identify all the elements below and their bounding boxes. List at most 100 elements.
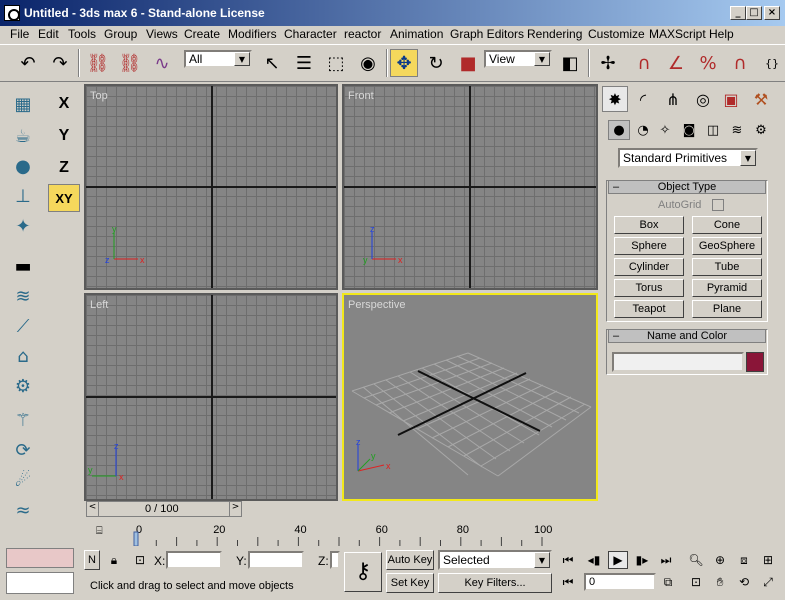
chevron-right-icon[interactable]: > [229, 502, 241, 516]
selection-filter-dropdown[interactable]: All ▼ [184, 50, 252, 68]
motion-tab-icon[interactable]: ◎ [690, 86, 716, 112]
hierarchy-icon[interactable]: ⌂ [8, 342, 38, 370]
create-box-icon[interactable]: ▦ [8, 90, 38, 118]
utilities-gear-icon[interactable]: ⚙ [8, 372, 38, 400]
restrict-z-button[interactable]: Z [48, 154, 80, 182]
menu-animation[interactable]: Animation [390, 27, 443, 41]
percent-snap-icon[interactable]: % [694, 49, 722, 77]
cone-button[interactable]: Cone [692, 216, 762, 234]
redo-icon[interactable]: ↷ [46, 49, 74, 77]
lock-icon[interactable]: 🔒︎ [104, 551, 124, 569]
cameras-icon[interactable]: ◙ [678, 120, 700, 140]
next-frame-icon[interactable]: ▮▸ [632, 551, 652, 569]
box-button[interactable]: Box [614, 216, 684, 234]
create-sphere-icon[interactable]: ● [8, 152, 38, 180]
named-selection-icon[interactable]: {} [758, 49, 785, 77]
create-teapot-icon[interactable]: ☕ [8, 122, 38, 150]
hierarchy-tab-icon[interactable]: ⋔ [660, 86, 686, 112]
menu-customize[interactable]: Customize [588, 27, 645, 41]
chevron-left-icon[interactable]: < [87, 502, 99, 516]
snap-toggle-icon[interactable]: ∩ [630, 49, 658, 77]
create-tab-icon[interactable]: ✸ [602, 86, 628, 112]
menu-modifiers[interactable]: Modifiers [228, 27, 277, 41]
time-configuration-icon[interactable]: ⧉ [658, 573, 678, 591]
category-dropdown[interactable]: Standard Primitives ▼ [618, 148, 758, 168]
reference-coord-dropdown[interactable]: View ▼ [484, 50, 552, 68]
space-warps-icon[interactable]: ≋ [726, 120, 748, 140]
viewport-top[interactable]: Top x z y [84, 84, 338, 290]
zoom-extents-icon[interactable]: ⧈ [734, 551, 754, 569]
menu-reactor[interactable]: reactor [344, 27, 381, 41]
go-to-start-icon[interactable]: ⏮ [558, 551, 578, 569]
close-button[interactable]: × [764, 6, 780, 20]
time-slider[interactable]: < 0 / 100 > [86, 501, 242, 517]
modify-tab-icon[interactable]: ◜ [630, 86, 656, 112]
menu-tools[interactable]: Tools [68, 27, 96, 41]
select-by-name-icon[interactable]: ☰ [290, 49, 318, 77]
y-coordinate-input[interactable] [248, 551, 304, 569]
maximize-viewport-icon[interactable]: ⤢ [758, 573, 778, 591]
window-crossing-icon[interactable]: ◉ [354, 49, 382, 77]
menu-group[interactable]: Group [104, 27, 137, 41]
select-and-move-icon[interactable]: ✥ [390, 49, 418, 77]
menu-help[interactable]: Help [709, 27, 734, 41]
menu-maxscript[interactable]: MAXScript [649, 27, 706, 41]
object-color-swatch[interactable] [746, 352, 764, 372]
tree-icon[interactable]: ⚚ [8, 406, 38, 434]
z-coordinate-input[interactable] [330, 551, 340, 569]
restrict-y-button[interactable]: Y [48, 122, 80, 150]
menu-rendering[interactable]: Rendering [527, 27, 582, 41]
x-coordinate-input[interactable] [166, 551, 222, 569]
set-key-button[interactable]: Set Key [386, 573, 434, 593]
viewport-left[interactable]: Left y x z [84, 293, 338, 501]
current-frame-input[interactable]: 0 [584, 573, 656, 591]
use-pivot-center-icon[interactable]: ◧ [556, 49, 584, 77]
auto-key-button[interactable]: Auto Key [386, 550, 434, 570]
maxscript-listener-mini[interactable] [6, 548, 74, 568]
selection-lock-n[interactable]: N [84, 550, 100, 570]
menu-graph-editors[interactable]: Graph Editors [450, 27, 524, 41]
region-zoom-icon[interactable]: ⊡ [686, 573, 706, 591]
helpers-icon[interactable]: ◫ [702, 120, 724, 140]
menu-edit[interactable]: Edit [38, 27, 59, 41]
select-and-scale-icon[interactable]: ■ [454, 49, 482, 77]
lights-icon[interactable]: ✧ [654, 120, 676, 140]
spinner-snap-icon[interactable]: ∩ [726, 49, 754, 77]
track-bar[interactable]: ⌸ 0 20 40 60 80 100 [84, 520, 600, 546]
space-warp-icon[interactable]: ⟳ [8, 436, 38, 464]
shapes-icon[interactable]: ◔ [632, 120, 654, 140]
zoom-extents-all-icon[interactable]: ⊞ [758, 551, 778, 569]
select-and-link-icon[interactable]: ⛓ [84, 49, 112, 77]
pyramid-button[interactable]: Pyramid [692, 279, 762, 297]
select-object-icon[interactable]: ↖ [258, 49, 286, 77]
key-mode-dropdown[interactable]: Selected ▼ [438, 550, 552, 570]
set-key-icon[interactable]: ⚷ [344, 552, 382, 592]
menu-views[interactable]: Views [146, 27, 178, 41]
wave-icon[interactable]: ≈ [8, 496, 38, 524]
unlink-selection-icon[interactable]: ⛓ [116, 49, 144, 77]
key-filters-button[interactable]: Key Filters... [438, 573, 552, 593]
zoom-icon[interactable]: 🔍︎ [686, 551, 706, 569]
modifier-icon[interactable]: ⟋ [8, 312, 38, 340]
utilities-tab-icon[interactable]: ⚒ [748, 86, 774, 112]
minimize-button[interactable]: _ [730, 6, 746, 20]
teapot-button[interactable]: Teapot [614, 300, 684, 318]
absolute-mode-icon[interactable]: ⊡ [130, 551, 150, 569]
create-helper-icon[interactable]: ✦ [8, 212, 38, 240]
angle-snap-icon[interactable]: ∠ [662, 49, 690, 77]
torus-button[interactable]: Torus [614, 279, 684, 297]
menu-character[interactable]: Character [284, 27, 337, 41]
pan-hand-icon[interactable]: ✋︎ [710, 573, 730, 591]
create-light-icon[interactable]: ⊥ [8, 182, 38, 210]
menu-create[interactable]: Create [184, 27, 220, 41]
arc-rotate-icon[interactable]: ⟲ [734, 573, 754, 591]
go-to-end-icon[interactable]: ⏭ [656, 551, 676, 569]
geometry-icon[interactable]: ● [608, 120, 630, 140]
viewport-front[interactable]: Front x y z [342, 84, 598, 290]
maximize-button[interactable]: □ [746, 6, 762, 20]
select-and-rotate-icon[interactable]: ↻ [422, 49, 450, 77]
autogrid-checkbox[interactable] [712, 199, 724, 211]
track-bar-menu-icon[interactable]: ⌸ [96, 524, 112, 540]
sphere-button[interactable]: Sphere [614, 237, 684, 255]
object-type-header[interactable]: – Object Type [608, 180, 766, 194]
